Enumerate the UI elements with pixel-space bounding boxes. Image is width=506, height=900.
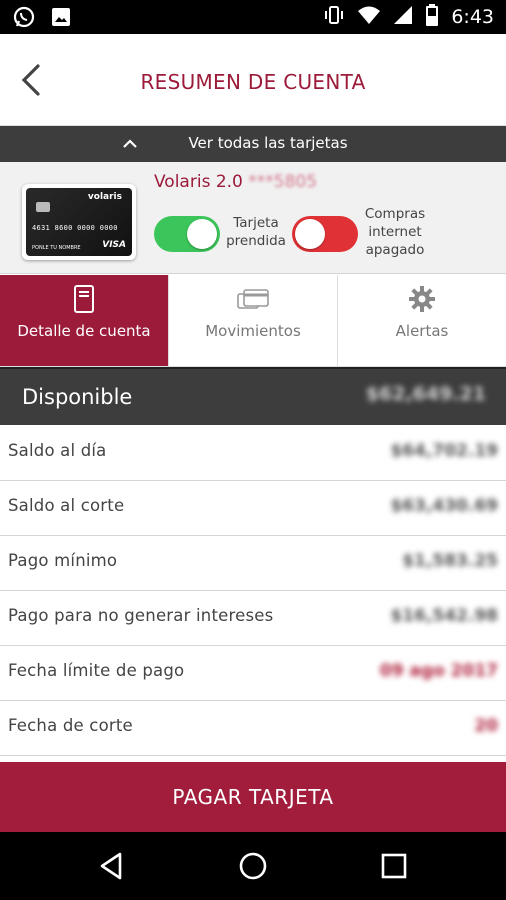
signal-icon <box>393 5 413 29</box>
row-value: $64,702.19 <box>390 441 498 461</box>
detail-row-pago-sin-intereses: Pago para no generar intereses $16,542.9… <box>0 591 506 646</box>
card-on-toggle[interactable] <box>154 216 220 252</box>
internet-label-line2: internet <box>368 224 422 240</box>
back-triangle-icon[interactable] <box>96 850 128 882</box>
available-balance-bar: Disponible $62,649.21 <box>0 367 506 425</box>
internet-purchases-toggle[interactable] <box>292 216 358 252</box>
detail-row-saldo-dia: Saldo al día $64,702.19 <box>0 426 506 481</box>
row-label: Pago para no generar intereses <box>8 606 274 625</box>
app-header: RESUMEN DE CUENTA <box>0 34 506 126</box>
available-value: $62,649.21 <box>365 383 486 405</box>
pay-card-button[interactable]: PAGAR TARJETA <box>0 762 506 832</box>
card-brand: volaris <box>87 192 122 202</box>
row-label: Pago mínimo <box>8 551 118 570</box>
internet-label-line1: Compras <box>364 206 426 222</box>
card-network: VISA <box>102 240 126 250</box>
android-nav-bar <box>0 832 506 900</box>
status-bar: 6:43 <box>0 0 506 34</box>
home-circle-icon[interactable] <box>237 850 269 882</box>
page-title: RESUMEN DE CUENTA <box>140 70 366 94</box>
card-on-label: Tarjeta prendida <box>224 214 288 250</box>
battery-icon <box>425 3 439 31</box>
row-value: 20 <box>474 716 498 736</box>
available-label: Disponible <box>22 385 133 409</box>
card-summary: volaris 4631 8600 0000 0000 VISA PONLE T… <box>0 162 506 274</box>
vibrate-icon <box>323 4 345 30</box>
card-masked-number: ***5805 <box>248 172 318 192</box>
account-tabs: Detalle de cuenta Movimientos Alertas <box>0 275 506 367</box>
tab-label: Detalle de cuenta <box>17 322 151 340</box>
whatsapp-icon <box>12 5 36 33</box>
image-icon <box>50 6 72 32</box>
wifi-icon <box>357 5 381 29</box>
toggle-knob <box>187 219 217 249</box>
card-chip <box>36 202 50 212</box>
clock: 6:43 <box>451 6 494 28</box>
view-all-cards-bar[interactable]: Ver todas las tarjetas <box>0 126 506 162</box>
document-icon <box>74 285 94 313</box>
row-value: 09 ago 2017 <box>379 661 498 681</box>
row-label: Saldo al corte <box>8 496 125 515</box>
detail-row-pago-minimo: Pago mínimo $1,583.25 <box>0 536 506 591</box>
account-details-list: Saldo al día $64,702.19 Saldo al corte $… <box>0 426 506 756</box>
cards-icon <box>237 289 269 309</box>
recents-square-icon[interactable] <box>378 850 410 882</box>
card-holder: PONLE TU NOMBRE <box>32 245 81 251</box>
card-image[interactable]: volaris 4631 8600 0000 0000 VISA PONLE T… <box>22 184 136 260</box>
detail-row-fecha-corte: Fecha de corte 20 <box>0 701 506 756</box>
tab-label: Movimientos <box>205 322 301 340</box>
tab-label: Alertas <box>395 322 449 340</box>
card-face: volaris 4631 8600 0000 0000 VISA PONLE T… <box>26 188 132 256</box>
tab-account-detail[interactable]: Detalle de cuenta <box>0 275 169 366</box>
row-value: $63,430.69 <box>390 496 498 516</box>
row-value: $1,583.25 <box>402 551 498 571</box>
detail-row-fecha-limite: Fecha límite de pago 09 ago 2017 <box>0 646 506 701</box>
tab-alerts[interactable]: Alertas <box>338 275 506 366</box>
detail-row-saldo-corte: Saldo al corte $63,430.69 <box>0 481 506 536</box>
card-on-label-line1: Tarjeta <box>233 215 279 231</box>
row-value: $16,542.98 <box>390 606 498 626</box>
internet-label-line3: apagado <box>365 242 425 258</box>
row-label: Fecha límite de pago <box>8 661 185 680</box>
card-number: 4631 8600 0000 0000 <box>32 224 118 232</box>
row-label: Saldo al día <box>8 441 107 460</box>
toggle-knob <box>295 219 325 249</box>
internet-purchases-label: Compras internet apagado <box>360 205 430 259</box>
row-label: Fecha de corte <box>8 716 133 735</box>
card-name-text: Volaris 2.0 <box>154 172 243 192</box>
tab-movements[interactable]: Movimientos <box>169 275 338 366</box>
view-all-cards-label: Ver todas las tarjetas <box>188 134 348 152</box>
card-on-label-line2: prendida <box>226 233 286 249</box>
gear-icon <box>409 286 435 312</box>
card-name: Volaris 2.0 ***5805 <box>154 172 317 192</box>
